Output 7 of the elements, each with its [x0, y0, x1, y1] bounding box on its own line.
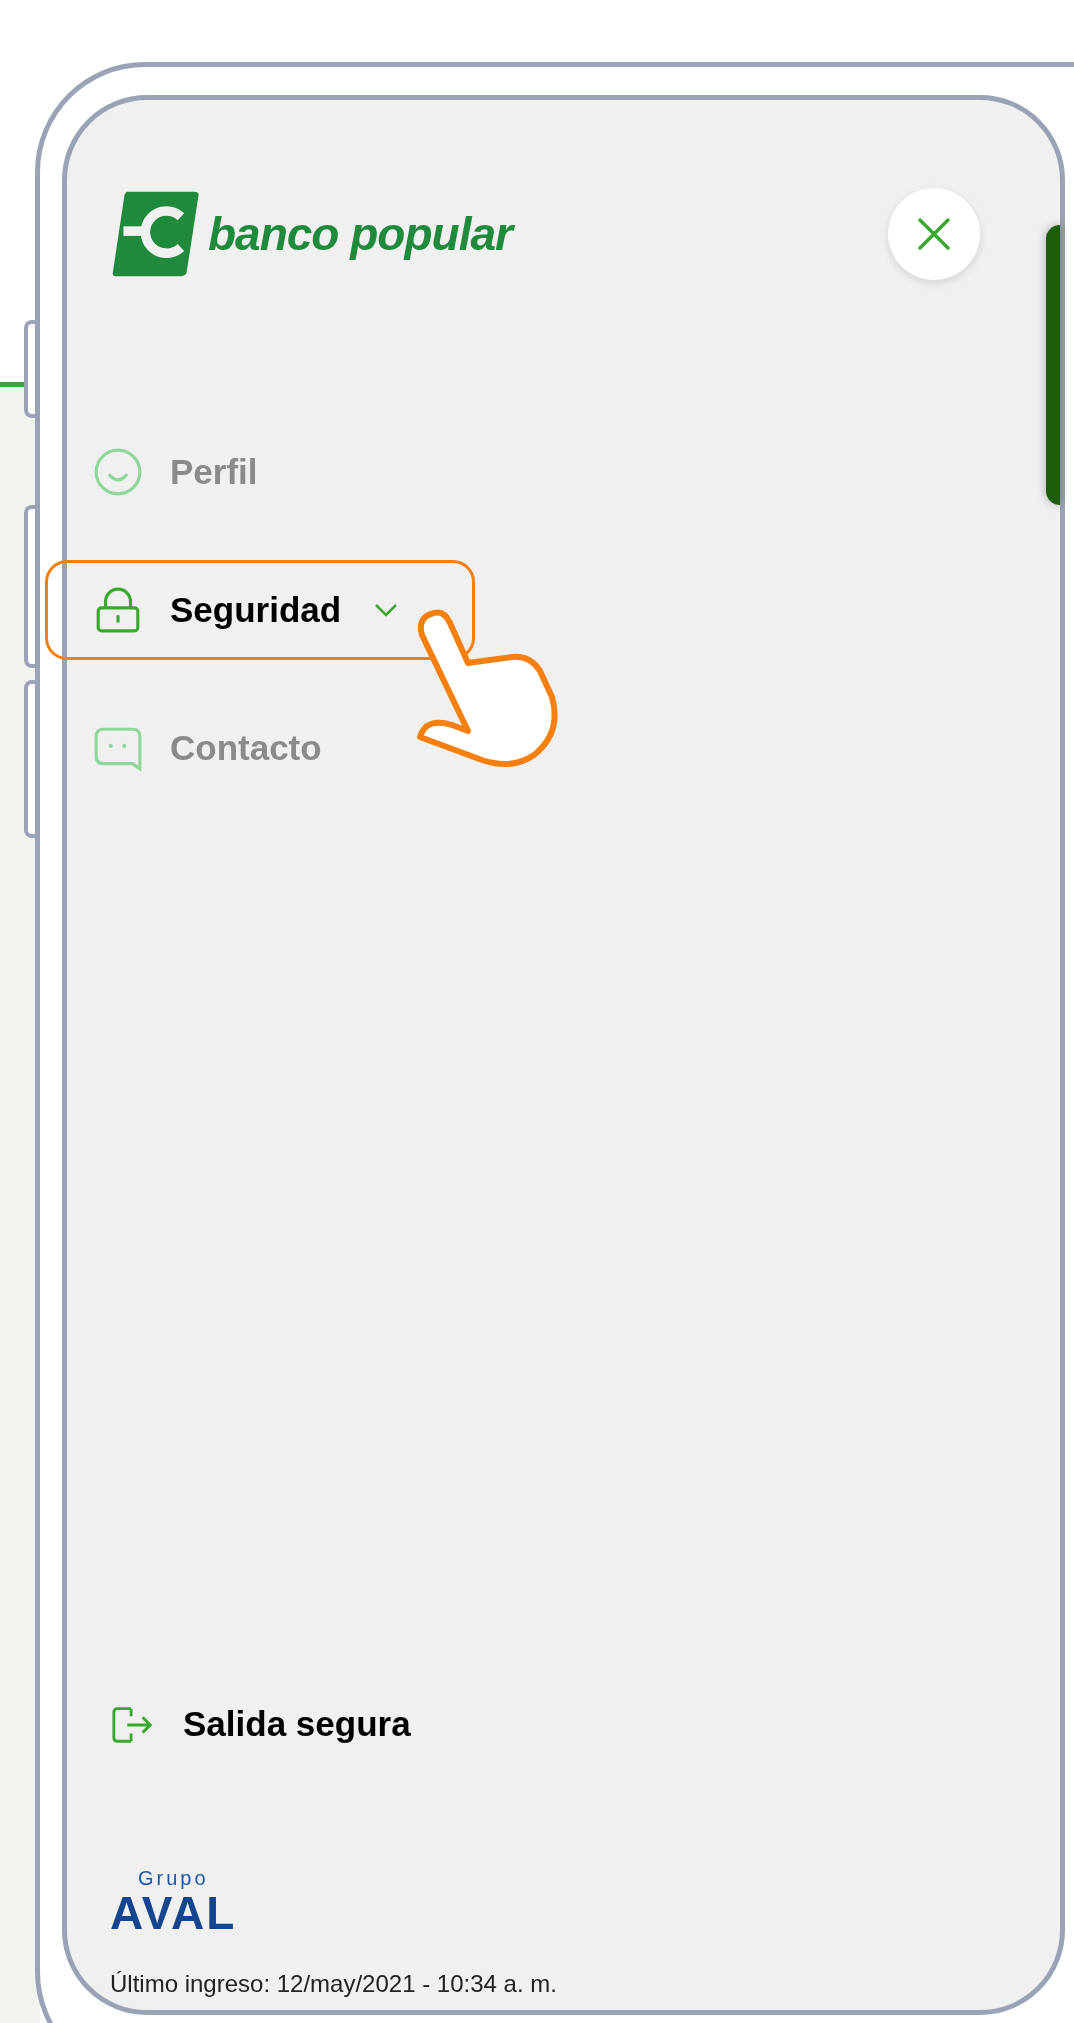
group-logo-name: AVAL	[110, 1890, 237, 1936]
close-button[interactable]	[888, 188, 980, 280]
smiley-icon	[93, 447, 143, 497]
group-logo-prefix: Grupo	[138, 1867, 210, 1890]
last-login-text: Último ingreso: 12/may/2021 - 10:34 a. m.	[110, 1970, 558, 1998]
logout-button[interactable]: Salida segura	[110, 1701, 411, 1747]
menu-item[interactable]: Seguridad	[45, 560, 475, 660]
